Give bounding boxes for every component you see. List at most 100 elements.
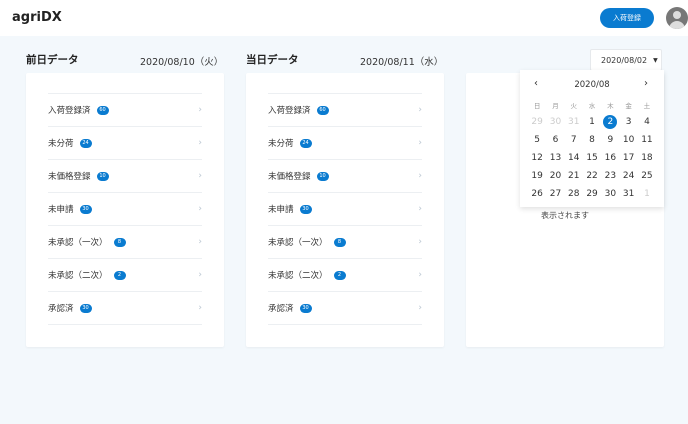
chevron-right-icon: › [418,303,422,313]
list-item[interactable]: 未承認（一次） 8 › [48,226,202,259]
calendar-day[interactable]: 24 [619,167,637,185]
calendar-day[interactable]: 19 [528,167,546,185]
list-item[interactable]: 入荷登録済 60 › [48,94,202,127]
calendar-day[interactable]: 14 [565,149,583,167]
count-badge: 30 [299,204,312,214]
calendar-day[interactable]: 30 [601,185,619,203]
calendar-day[interactable]: 29 [583,185,601,203]
chevron-right-icon: › [198,171,202,181]
item-label: 入荷登録済 [268,106,311,116]
list-item[interactable]: 承認済 30 › [48,292,202,325]
item-label: 未承認（二次） [48,271,108,281]
calendar-day[interactable]: 17 [619,149,637,167]
item-label: 未価格登録 [48,172,91,182]
weekday-label: 木 [607,102,614,110]
calendar-day[interactable]: 22 [583,167,601,185]
calendar-month: 2020/08 [574,80,610,90]
status-list: 入荷登録済 60 › 未分荷 24 › 未価格登録 10 › 未申請 30 › 未承認（一次） 8 › 未承認… [268,93,422,325]
calendar-day[interactable]: 16 [601,149,619,167]
weekday-label: 火 [570,102,577,110]
calendar-day[interactable]: 30 [546,113,564,131]
count-badge: 8 [113,237,126,247]
item-label: 入荷登録済 [48,106,91,116]
item-label: 未分荷 [268,139,294,149]
list-item[interactable]: 未価格登録 10 › [268,160,422,193]
calendar-day[interactable]: 21 [565,167,583,185]
register-arrival-button[interactable]: 入荷登録 [600,8,654,28]
calendar-day[interactable]: 23 [601,167,619,185]
count-badge: 30 [79,204,92,214]
calendar-day[interactable]: 28 [565,185,583,203]
calendar-day[interactable]: 12 [528,149,546,167]
item-label: 未申請 [48,205,74,215]
calendar-day[interactable]: 5 [528,131,546,149]
list-item[interactable]: 入荷登録済 60 › [268,94,422,127]
previous-data-card: 入荷登録済 60 › 未分荷 24 › 未価格登録 10 › 未申請 30 › 未承認（一次） 8 › 未承認… [26,73,224,347]
list-item[interactable]: 未申請 30 › [48,193,202,226]
chevron-right-icon: › [198,303,202,313]
calendar-day[interactable]: 6 [546,131,564,149]
calendar-day[interactable]: 29 [528,113,546,131]
calendar-day[interactable]: 25 [638,167,656,185]
weekday-label: 日 [533,102,541,110]
chevron-right-icon: › [418,237,422,247]
count-badge: 2 [113,270,126,280]
item-label: 未承認（二次） [268,271,328,281]
item-label: 未価格登録 [268,172,311,182]
previous-data-title: 前日データ [26,54,79,66]
item-label: 未承認（一次） [48,238,108,248]
list-item[interactable]: 未価格登録 10 › [48,160,202,193]
selected-day: 2 [603,115,618,129]
count-badge: 24 [299,138,312,148]
app-logo[interactable]: agriDX [12,10,62,25]
avatar[interactable] [666,7,688,29]
count-badge: 2 [333,270,346,280]
date-select[interactable]: 2020/08/02 ▼ [590,49,662,71]
item-label: 未申請 [268,205,294,215]
card-note: 表示されます [541,211,589,220]
calendar-day[interactable]: 31 [565,113,583,131]
count-badge: 10 [316,171,329,181]
app-header: agriDX 入荷登録 [0,0,688,36]
calendar-day[interactable]: 10 [619,131,637,149]
calendar-day[interactable]: 4 [638,113,656,131]
calendar-day[interactable]: 27 [546,185,564,203]
list-item[interactable]: 未承認（一次） 8 › [268,226,422,259]
calendar-day[interactable]: 20 [546,167,564,185]
list-item[interactable]: 承認済 30 › [268,292,422,325]
previous-data-date: 2020/08/10（火） [140,57,224,68]
next-month-icon[interactable]: › [644,78,648,89]
chevron-right-icon: › [198,204,202,214]
calendar-day[interactable]: 7 [565,131,583,149]
list-item[interactable]: 未分荷 24 › [268,127,422,160]
list-item[interactable]: 未承認（二次） 2 › [268,259,422,292]
calendar-day[interactable]: 3 [619,113,637,131]
list-item[interactable]: 未分荷 24 › [48,127,202,160]
calendar-grid: 日月火水木金土 29 30 31 1 2 3 4 5 6 7 8 9 10 11 12 13 14 15 16 17 18… [528,97,656,203]
chevron-right-icon: › [418,204,422,214]
status-list: 入荷登録済 60 › 未分荷 24 › 未価格登録 10 › 未申請 30 › 未承認（一次） 8 › 未承認… [48,93,202,325]
date-select-value: 2020/08/02 [601,55,648,65]
calendar-day[interactable]: 8 [583,131,601,149]
weekday-label: 月 [552,102,559,110]
calendar-day[interactable]: 1 [638,185,656,203]
count-badge: 30 [299,303,312,313]
item-label: 未承認（一次） [268,238,328,248]
count-badge: 30 [79,303,92,313]
item-label: 承認済 [48,304,74,314]
calendar-day[interactable]: 15 [583,149,601,167]
count-badge: 24 [79,138,92,148]
calendar-day[interactable]: 9 [601,131,619,149]
calendar-day[interactable]: 11 [638,131,656,149]
list-item[interactable]: 未申請 30 › [268,193,422,226]
calendar-day[interactable]: 26 [528,185,546,203]
count-badge: 8 [333,237,346,247]
calendar-day[interactable]: 18 [638,149,656,167]
calendar-day[interactable]: 1 [583,113,601,131]
chevron-right-icon: › [418,171,422,181]
list-item[interactable]: 未承認（二次） 2 › [48,259,202,292]
calendar-day[interactable]: 13 [546,149,564,167]
calendar-day[interactable]: 2 [601,113,619,131]
weekday-label: 水 [588,102,596,110]
calendar-day[interactable]: 31 [619,185,637,203]
